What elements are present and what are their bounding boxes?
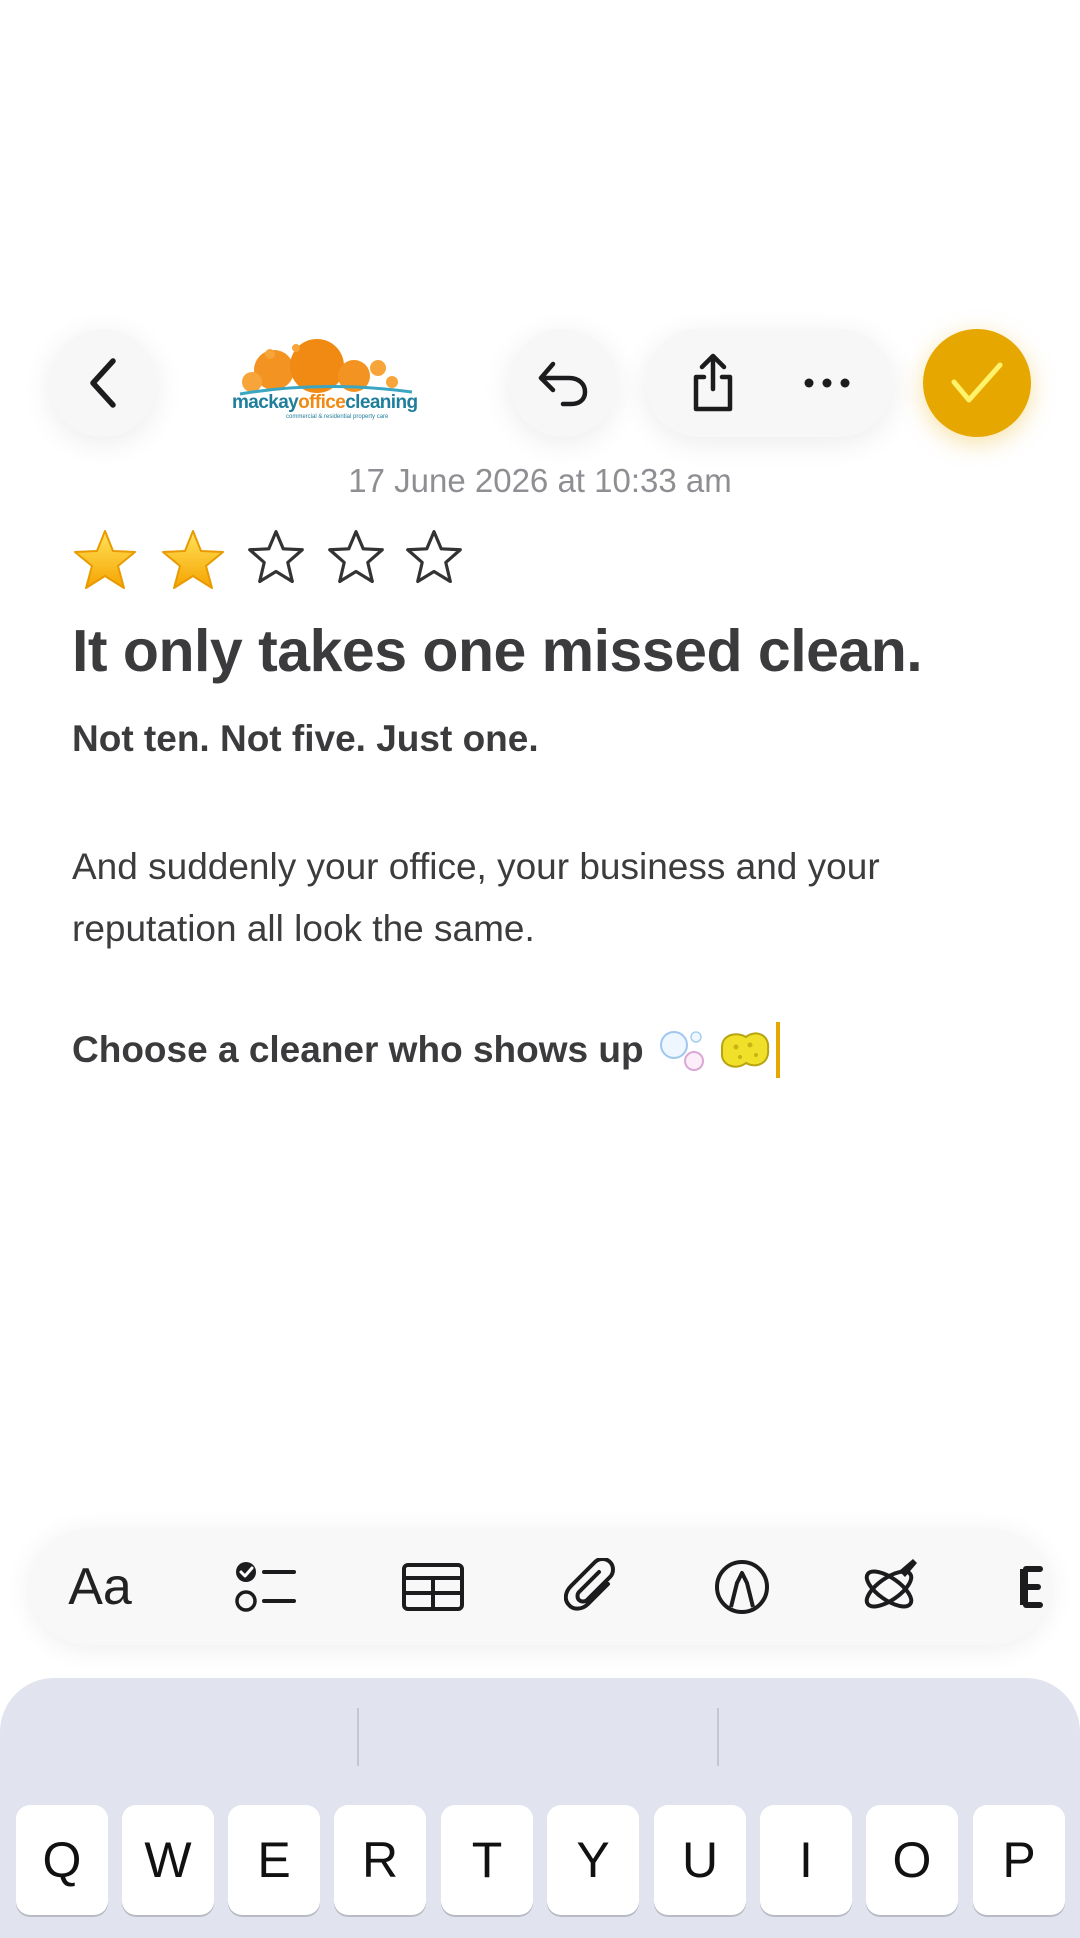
key-p[interactable]: P [973, 1805, 1065, 1915]
key-r[interactable]: R [334, 1805, 426, 1915]
share-button[interactable] [659, 329, 767, 437]
attachment-button[interactable] [542, 1529, 642, 1645]
star-empty-icon [406, 530, 462, 584]
note-cta-line[interactable]: Choose a cleaner who shows up [72, 1022, 780, 1078]
checklist-button[interactable] [216, 1529, 316, 1645]
more-tools-button[interactable] [990, 1529, 1050, 1645]
keyboard: Q W E R T Y U I O P [0, 1678, 1080, 1938]
key-t[interactable]: T [441, 1805, 533, 1915]
table-button[interactable] [383, 1529, 483, 1645]
more-button[interactable] [773, 329, 881, 437]
cta-text: Choose a cleaner who shows up [72, 1029, 644, 1070]
note-date: 17 June 2026 at 10:33 am [348, 462, 732, 499]
checklist-icon [235, 1562, 296, 1612]
logo-wordmark: mackayofficecleaning [232, 392, 418, 413]
mackay-office-cleaning-logo: mackayofficecleaning commercial & reside… [232, 338, 418, 424]
markup-icon [715, 1560, 769, 1614]
done-button[interactable] [923, 329, 1031, 437]
text-cursor [775, 1022, 780, 1078]
key-q[interactable]: Q [16, 1805, 108, 1915]
note-subtitle[interactable]: Not ten. Not five. Just one. [72, 718, 539, 760]
undo-icon [538, 361, 588, 407]
star-empty-icon [328, 530, 384, 584]
checkmark-icon [951, 362, 1003, 403]
key-o[interactable]: O [866, 1805, 958, 1915]
writing-tools-icon [864, 1559, 917, 1609]
bubbles-logo-graphic [239, 339, 413, 396]
key-i[interactable]: I [760, 1805, 852, 1915]
writing-tools-button[interactable] [840, 1529, 940, 1645]
key-u[interactable]: U [654, 1805, 746, 1915]
text-style-button[interactable]: Aa [50, 1529, 150, 1645]
sponge-emoji-icon [720, 1032, 769, 1068]
star-empty-icon [248, 530, 304, 584]
key-w[interactable]: W [122, 1805, 214, 1915]
text-style-icon: Aa [68, 1558, 132, 1616]
attachment-icon [564, 1558, 615, 1611]
key-y[interactable]: Y [547, 1805, 639, 1915]
undo-button[interactable] [509, 329, 617, 437]
format-toolbar: Aa [30, 1529, 1050, 1645]
logo-tagline: commercial & residential property care [286, 414, 389, 420]
markup-button[interactable] [692, 1529, 792, 1645]
share-more-group [645, 329, 893, 437]
key-e[interactable]: E [228, 1805, 320, 1915]
star-filled-icon [162, 530, 224, 589]
suggestion-divider [357, 1708, 359, 1766]
chevron-left-icon [90, 358, 116, 408]
bubbles-emoji-icon [659, 1031, 704, 1071]
ellipsis-icon [804, 378, 850, 388]
suggestion-divider [717, 1708, 719, 1766]
table-icon [402, 1563, 464, 1611]
star-filled-icon [74, 530, 136, 589]
more-tools-icon [1020, 1566, 1043, 1608]
share-icon [693, 353, 733, 412]
note-title[interactable]: It only takes one missed clean. [72, 617, 923, 685]
back-button[interactable] [49, 329, 157, 437]
note-paragraph[interactable]: And suddenly your office, your business … [72, 836, 972, 960]
